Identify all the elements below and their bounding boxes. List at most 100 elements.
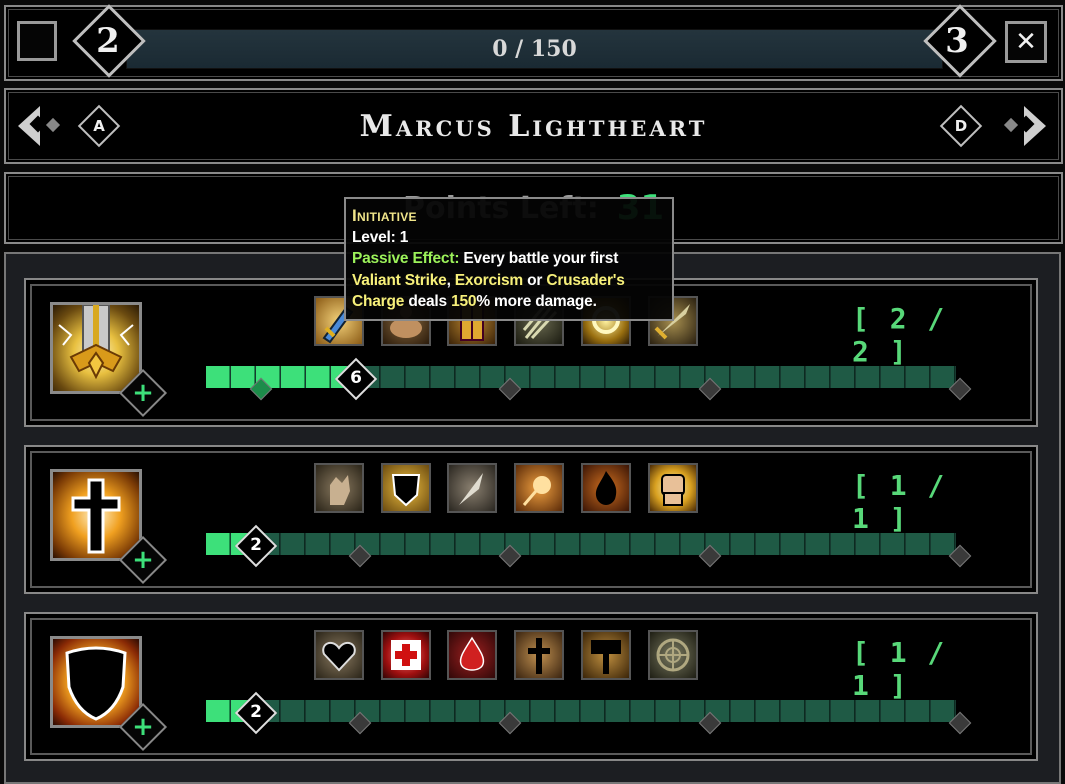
progress-segment [206, 533, 230, 555]
progress-segment [856, 700, 880, 722]
progress-segment [731, 700, 755, 722]
shield-tree-level: 2 [250, 702, 262, 722]
progress-segment [781, 700, 805, 722]
progress-segment [281, 366, 305, 388]
feather-skill-icon[interactable] [447, 463, 497, 513]
progress-segment [406, 700, 430, 722]
orb-skill-icon[interactable] [514, 463, 564, 513]
sword-tree-rank: [ 2 / 2 ] [852, 302, 947, 368]
tooltip-level: Level: 1 [352, 228, 409, 246]
sword-tree-level: 6 [350, 368, 362, 388]
close-icon: ✕ [1015, 27, 1037, 57]
sword-tree-progress [206, 366, 956, 388]
tooltip-skill-name: Exorcism [454, 271, 523, 289]
progress-segment [581, 533, 605, 555]
blood-drop-skill-icon[interactable] [447, 630, 497, 680]
cross-tree-level: 2 [250, 535, 262, 555]
progress-segment [856, 366, 880, 388]
small-diamond-icon [1003, 117, 1019, 133]
plus-icon[interactable]: + [126, 710, 160, 744]
xp-text: 0 / 150 [492, 36, 577, 62]
next-key-label: D [954, 117, 968, 135]
progress-segment [381, 366, 405, 388]
progress-segment [406, 366, 430, 388]
fire-skill-icon[interactable] [581, 463, 631, 513]
progress-segment [206, 366, 230, 388]
progress-segment [531, 366, 555, 388]
progress-segment [431, 533, 455, 555]
progress-segment [631, 533, 655, 555]
shield-skill-icon[interactable] [381, 463, 431, 513]
progress-segment [831, 700, 855, 722]
progress-segment [731, 533, 755, 555]
tooltip-skill-name: Valiant [352, 271, 401, 289]
plus-icon[interactable]: + [126, 376, 160, 410]
progress-segment [656, 366, 680, 388]
next-level-text: 3 [945, 21, 969, 61]
progress-segment [531, 700, 555, 722]
progress-segment [856, 533, 880, 555]
tooltip-text: Every battle your first [463, 250, 619, 267]
top-bar: 0 / 150 [4, 5, 1063, 81]
shield-tree-rank: [ 1 / 1 ] [852, 636, 947, 702]
progress-segment [881, 700, 905, 722]
hand-skill-icon[interactable] [314, 463, 364, 513]
small-diamond-icon [45, 117, 61, 133]
progress-segment [756, 700, 780, 722]
progress-segment [606, 366, 630, 388]
progress-segment [906, 533, 930, 555]
progress-segment [781, 533, 805, 555]
select-checkbox[interactable] [17, 21, 57, 61]
cross-tree-rank: [ 1 / 1 ] [852, 469, 947, 535]
hammer-skill-icon[interactable] [581, 630, 631, 680]
tooltip-description: Passive Effect: Every battle your first … [352, 248, 666, 313]
progress-segment [556, 533, 580, 555]
progress-segment [431, 700, 455, 722]
progress-segment [906, 366, 930, 388]
current-level-text: 2 [96, 21, 120, 61]
progress-segment [831, 366, 855, 388]
tooltip-text: deals [408, 293, 447, 310]
progress-segment [306, 700, 330, 722]
progress-segment [756, 366, 780, 388]
character-name-bar: Marcus Lightheart [4, 88, 1063, 164]
prev-character-button[interactable] [18, 104, 68, 148]
target-skill-icon[interactable] [648, 630, 698, 680]
red-cross-skill-icon[interactable] [381, 630, 431, 680]
progress-segment [431, 366, 455, 388]
progress-segment [456, 366, 480, 388]
progress-segment [581, 366, 605, 388]
xp-bar: 0 / 150 [126, 29, 943, 69]
character-name: Marcus Lightheart [359, 108, 708, 144]
tooltip-effect-label: Passive Effect: [352, 250, 460, 267]
tooltip-text: % more damage. [476, 293, 597, 310]
tooltip-title: Initiative [352, 206, 417, 225]
heart-skill-icon[interactable] [314, 630, 364, 680]
talent-tree-cross: + [ 1 / 1 ] 2 [24, 445, 1038, 594]
progress-segment [581, 700, 605, 722]
progress-segment [906, 700, 930, 722]
progress-segment [881, 533, 905, 555]
progress-segment [556, 366, 580, 388]
progress-segment [881, 366, 905, 388]
progress-segment [281, 700, 305, 722]
progress-segment [606, 533, 630, 555]
progress-segment [631, 700, 655, 722]
progress-segment [556, 700, 580, 722]
progress-segment [531, 533, 555, 555]
cross-tree-progress [206, 533, 956, 555]
close-button[interactable]: ✕ [1005, 21, 1047, 63]
next-character-button[interactable] [998, 104, 1048, 148]
tooltip-text: , [446, 271, 451, 289]
tooltip-skill-name: Strike [404, 271, 447, 289]
tooltip-percent: 150 [451, 293, 477, 310]
progress-segment [731, 366, 755, 388]
tooltip-text: or [527, 271, 543, 289]
fist-skill-icon[interactable] [648, 463, 698, 513]
progress-segment [806, 366, 830, 388]
cross-skill-icon[interactable] [514, 630, 564, 680]
progress-segment [281, 533, 305, 555]
plus-icon[interactable]: + [126, 543, 160, 577]
progress-segment [206, 700, 230, 722]
prev-key-label: A [93, 117, 105, 135]
